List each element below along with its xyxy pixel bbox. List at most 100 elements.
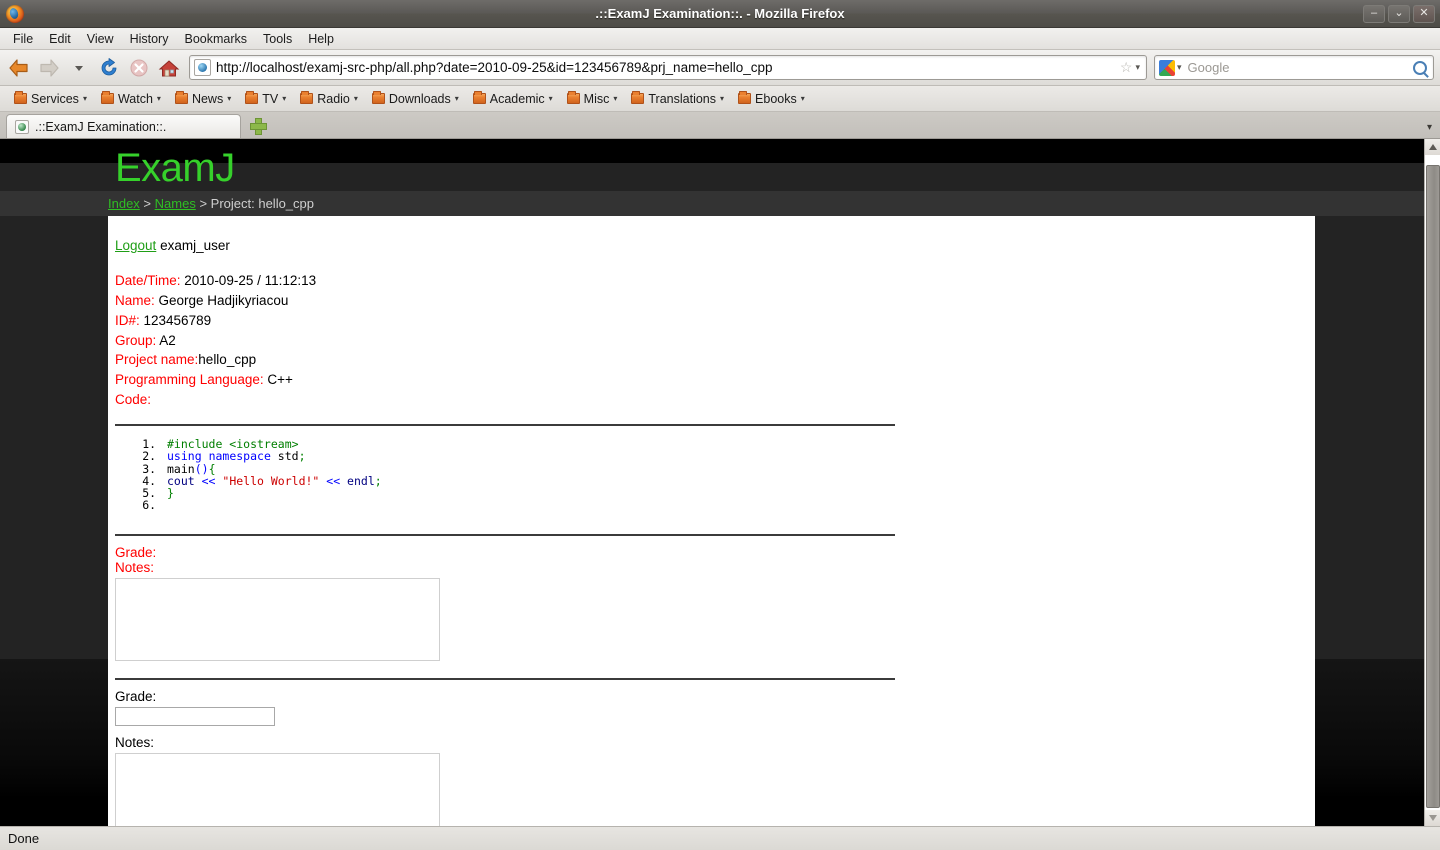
urlbar-dropdown-icon[interactable]: ▾ — [1135, 62, 1140, 73]
breadcrumb-link-names[interactable]: Names — [155, 196, 196, 211]
scroll-up-button[interactable] — [1424, 139, 1440, 155]
folder-icon — [300, 91, 314, 104]
logout-row: Logout examj_user — [108, 230, 1315, 257]
detail-row-code: Code: — [115, 390, 1315, 410]
bookmark-folder-watch[interactable]: Watch ▾ — [95, 90, 167, 108]
reload-button[interactable] — [96, 55, 122, 81]
detail-value: hello_cpp — [198, 352, 257, 368]
bookmark-folder-translations[interactable]: Translations ▾ — [625, 90, 730, 108]
code-token: "Hello World!" — [222, 473, 320, 488]
folder-icon — [738, 91, 752, 104]
detail-value: 2010-09-25 / 11:12:13 — [180, 273, 317, 288]
bookmark-folder-news[interactable]: News ▾ — [169, 90, 237, 108]
search-engine-dropdown-icon[interactable]: ▾ — [1177, 62, 1182, 73]
home-button[interactable] — [156, 55, 182, 81]
history-dropdown-button[interactable] — [66, 55, 92, 81]
notes-label: Notes: — [115, 734, 155, 750]
bookmark-label: Services — [31, 91, 79, 106]
detail-label: Project name: — [115, 352, 199, 368]
detail-value: C++ — [263, 372, 293, 388]
breadcrumb: Index > Names > Project: hello_cpp — [0, 191, 1424, 216]
bookmark-star-icon[interactable]: ☆ — [1120, 59, 1133, 76]
grade-label: Grade: — [115, 688, 157, 704]
stored-notes-label: Notes: — [115, 559, 155, 575]
search-icon[interactable] — [1413, 60, 1427, 75]
code-token: << — [194, 473, 223, 488]
code-listing: #include <iostream>using namespace std;m… — [108, 426, 1315, 520]
code-token: endl — [347, 473, 375, 488]
bookmark-label: Misc — [583, 91, 610, 106]
minimize-icon[interactable]: – — [1363, 4, 1385, 23]
detail-row-project-name: Project name:hello_cpp — [115, 350, 1315, 370]
tab-favicon-icon — [15, 119, 29, 134]
title-bar: .::ExamJ Examination::. - Mozilla Firefo… — [0, 0, 1440, 28]
menu-history[interactable]: History — [123, 30, 176, 48]
tab-examj-examination[interactable]: .::ExamJ Examination::. — [6, 114, 241, 138]
menu-help[interactable]: Help — [301, 30, 341, 48]
menu-file[interactable]: File — [6, 30, 40, 48]
bookmark-folder-academic[interactable]: Academic ▾ — [467, 90, 559, 108]
search-bar[interactable]: ▾ Google — [1154, 55, 1434, 80]
bookmark-label: Ebooks — [755, 91, 797, 106]
logout-link[interactable]: Logout — [115, 238, 156, 253]
new-tab-button[interactable] — [249, 117, 267, 135]
detail-label: Date/Time: — [115, 273, 181, 288]
bookmark-label: Downloads — [388, 91, 451, 106]
detail-value: George Hadjikyriacou — [154, 292, 289, 308]
folder-icon — [472, 91, 486, 104]
restore-icon[interactable]: ⌄ — [1388, 4, 1410, 23]
search-input[interactable]: Google — [1184, 60, 1413, 75]
stored-grade-label: Grade: — [115, 544, 157, 560]
code-token: ; — [298, 449, 306, 464]
chevron-down-icon — [75, 65, 83, 71]
scroll-down-button[interactable] — [1424, 810, 1440, 826]
status-bar: Done — [0, 826, 1440, 850]
bookmark-folder-radio[interactable]: Radio ▾ — [294, 90, 364, 108]
scrollbar-track[interactable] — [1424, 155, 1440, 810]
breadcrumb-link-index[interactable]: Index — [108, 196, 140, 211]
grade-input[interactable] — [115, 706, 275, 726]
notes-textarea[interactable] — [115, 752, 440, 826]
breadcrumb-separator: > — [139, 196, 155, 211]
tab-label: .::ExamJ Examination::. — [35, 119, 167, 134]
browser-viewport: ExamJ Index > Names > Project: hello_cpp… — [0, 139, 1440, 826]
tab-list-chevron-icon[interactable]: ▾ — [1427, 122, 1432, 133]
bookmark-folder-downloads[interactable]: Downloads ▾ — [366, 90, 465, 108]
bookmark-folder-ebooks[interactable]: Ebooks ▾ — [732, 90, 811, 108]
navigation-toolbar: http://localhost/examj-src-php/all.php?d… — [0, 50, 1440, 86]
chevron-down-icon: ▾ — [613, 94, 618, 103]
chevron-down-icon: ▾ — [227, 94, 232, 103]
detail-value: 123456789 — [139, 312, 212, 328]
bookmark-folder-services[interactable]: Services ▾ — [8, 90, 93, 108]
bookmark-folder-misc[interactable]: Misc ▾ — [561, 90, 624, 108]
chevron-down-icon: ▾ — [82, 94, 87, 103]
detail-row-datetime: Date/Time: 2010-09-25 / 11:12:13 — [115, 271, 1315, 291]
window-controls: – ⌄ ✕ — [1363, 4, 1440, 23]
url-text[interactable]: http://localhost/examj-src-php/all.php?d… — [216, 60, 1117, 75]
close-icon[interactable]: ✕ — [1413, 4, 1435, 23]
code-lines: #include <iostream>using namespace std;m… — [115, 438, 1315, 512]
chevron-down-icon: ▾ — [353, 94, 358, 103]
menu-edit[interactable]: Edit — [42, 30, 78, 48]
forward-button[interactable] — [36, 55, 62, 81]
chevron-down-icon: ▾ — [548, 94, 553, 103]
address-bar[interactable]: http://localhost/examj-src-php/all.php?d… — [189, 55, 1147, 80]
site-logo: ExamJ — [115, 146, 235, 190]
vertical-scrollbar[interactable] — [1424, 139, 1440, 826]
bookmark-folder-tv[interactable]: TV ▾ — [239, 90, 292, 108]
folder-icon — [631, 91, 645, 104]
back-arrow-icon — [9, 58, 28, 77]
menu-bookmarks[interactable]: Bookmarks — [177, 30, 254, 48]
folder-icon — [245, 91, 259, 104]
scrollbar-thumb[interactable] — [1425, 165, 1440, 808]
menu-tools[interactable]: Tools — [256, 30, 299, 48]
detail-row-id: ID#: 123456789 — [115, 311, 1315, 331]
menu-view[interactable]: View — [80, 30, 121, 48]
code-line: #include <iostream> — [163, 438, 1315, 450]
folder-icon — [14, 91, 27, 104]
back-button[interactable] — [6, 55, 32, 81]
folder-icon — [100, 91, 114, 104]
detail-label: Programming Language: — [115, 372, 264, 388]
stop-button[interactable] — [126, 55, 152, 81]
bookmark-label: Academic — [489, 91, 545, 106]
